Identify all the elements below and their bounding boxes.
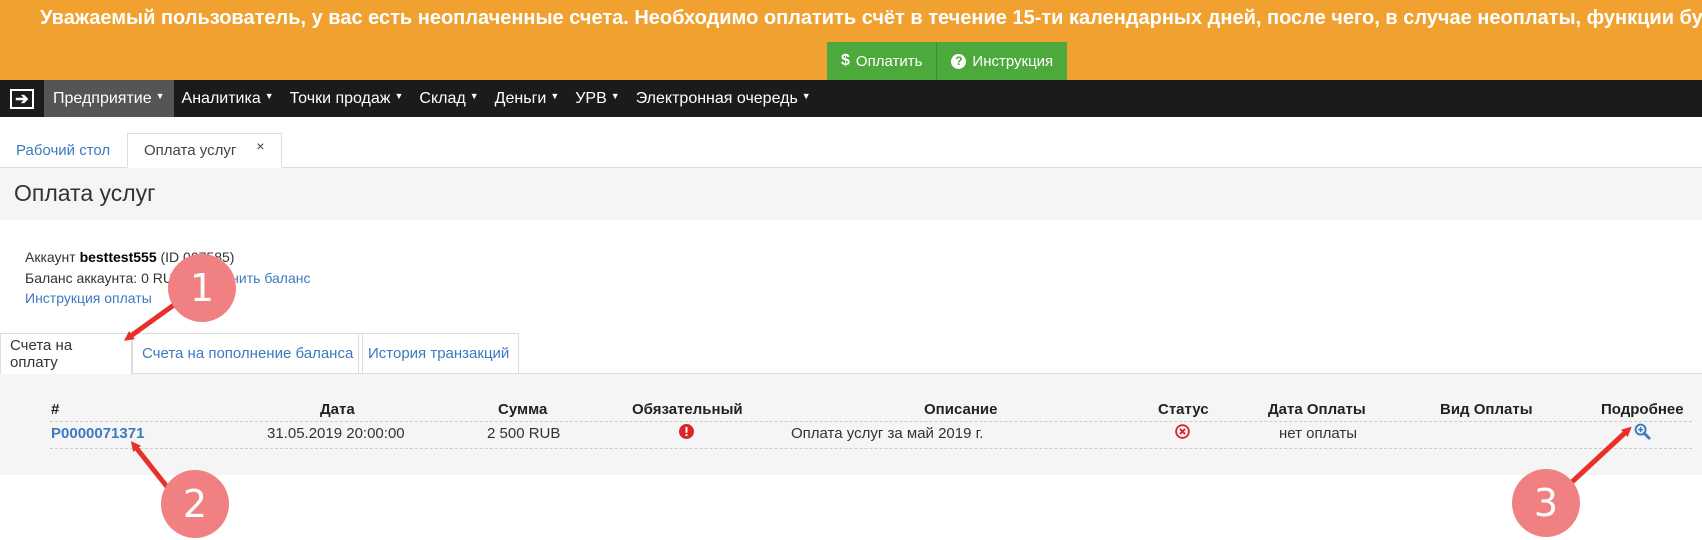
nav-item-label: УРВ	[575, 89, 607, 107]
tab-label: Оплата услуг	[144, 142, 237, 159]
invoice-paid-date: нет оплаты	[1279, 425, 1358, 442]
nav-item-sales-points[interactable]: Точки продаж ▼	[282, 80, 412, 117]
nav-item-label: Деньги	[494, 89, 547, 107]
main-nav: ➔ Предприятие ▼ Аналитика ▼ Точки продаж…	[0, 80, 1702, 117]
tab-topup-invoices[interactable]: Счета на пополнение баланса	[132, 333, 364, 373]
caret-down-icon: ▼	[155, 90, 165, 101]
caret-down-icon: ▼	[550, 90, 560, 101]
invoice-date: 31.05.2019 20:00:00	[267, 425, 405, 442]
annotation-badge-2: 2	[161, 470, 229, 538]
column-header-required: Обязательный	[632, 401, 743, 418]
nav-item-analytics[interactable]: Аналитика ▼	[174, 80, 282, 117]
tab-services-payment[interactable]: Оплата услуг ×	[127, 133, 282, 168]
column-header-number: #	[51, 401, 60, 418]
exclamation-circle-icon	[679, 424, 694, 442]
row-divider	[50, 448, 1692, 449]
nav-item-label: Аналитика	[181, 89, 261, 107]
column-header-paid-date: Дата Оплаты	[1268, 401, 1366, 418]
payment-instruction-link[interactable]: Инструкция оплаты	[25, 290, 152, 306]
banner-buttons: $ Оплатить ? Инструкция	[827, 42, 1068, 80]
annotation-badge-3: 3	[1512, 469, 1580, 537]
pay-button-label: Оплатить	[855, 52, 923, 70]
invoice-tabs: Счета на оплату Счета на пополнение бала…	[0, 333, 1702, 374]
banner-message: Уважаемый пользователь, у вас есть неопл…	[40, 7, 1702, 29]
balance-text: Баланс аккаунта: 0 RUB.	[25, 269, 187, 286]
column-header-status: Статус	[1158, 401, 1209, 418]
nav-item-label: Электронная очередь	[635, 89, 798, 107]
nav-item-warehouse[interactable]: Склад ▼	[411, 80, 486, 117]
question-circle-icon: ?	[951, 53, 967, 69]
column-header-description: Описание	[924, 401, 998, 418]
column-header-amount: Сумма	[498, 401, 548, 418]
dollar-icon: $	[841, 52, 850, 69]
instruction-button-label: Инструкция	[972, 52, 1054, 70]
caret-down-icon: ▼	[610, 90, 620, 101]
caret-down-icon: ▼	[801, 90, 811, 101]
account-info: Аккаунт besttest555 (ID 007585) Баланс а…	[25, 247, 311, 309]
pay-button[interactable]: $ Оплатить	[827, 42, 938, 80]
nav-item-label: Точки продаж	[289, 89, 391, 107]
nav-item-urv[interactable]: УРВ ▼	[567, 80, 627, 117]
unpaid-invoices-banner: Уважаемый пользователь, у вас есть неопл…	[0, 0, 1702, 80]
invoice-number-link[interactable]: P0000071371	[51, 425, 144, 442]
times-circle-icon	[1175, 424, 1190, 442]
caret-down-icon: ▼	[469, 90, 479, 101]
invoice-amount: 2 500 RUB	[487, 425, 561, 442]
nav-item-e-queue[interactable]: Электронная очередь ▼	[628, 80, 819, 117]
caret-down-icon: ▼	[394, 90, 404, 101]
invoices-table: # Дата Сумма Обязательный Описание Стату…	[0, 374, 1702, 475]
exit-button[interactable]: ➔	[0, 80, 44, 117]
nav-item-money[interactable]: Деньги ▼	[487, 80, 568, 117]
account-line: Аккаунт besttest555 (ID 007585)	[25, 247, 311, 268]
zoom-in-icon[interactable]	[1634, 423, 1651, 443]
annotation-badge-1: 1	[168, 254, 236, 322]
page-title: Оплата услуг	[14, 180, 156, 206]
instruction-button[interactable]: ? Инструкция	[937, 42, 1068, 80]
nav-item-label: Предприятие	[53, 89, 152, 107]
page-tabs: Рабочий стол Оплата услуг ×	[0, 133, 1702, 168]
page-header: Оплата услуг	[0, 168, 1702, 220]
sign-out-arrow-icon: ➔	[10, 88, 34, 109]
column-header-details: Подробнее	[1601, 401, 1684, 418]
tab-transaction-history[interactable]: История транзакций	[358, 333, 520, 373]
nav-item-label: Склад	[419, 89, 466, 107]
invoice-description: Оплата услуг за май 2019 г.	[791, 425, 984, 442]
nav-item-enterprise[interactable]: Предприятие ▼	[44, 80, 174, 117]
account-name: besttest555	[79, 249, 157, 265]
account-label: Аккаунт	[25, 249, 76, 265]
tab-desktop[interactable]: Рабочий стол	[0, 133, 126, 167]
close-icon[interactable]: ×	[256, 138, 264, 154]
tab-invoices-to-pay[interactable]: Счета на оплату	[0, 333, 132, 374]
row-divider	[50, 421, 1692, 422]
column-header-date: Дата	[320, 401, 355, 418]
caret-down-icon: ▼	[264, 90, 274, 101]
column-header-pay-type: Вид Оплаты	[1440, 401, 1533, 418]
